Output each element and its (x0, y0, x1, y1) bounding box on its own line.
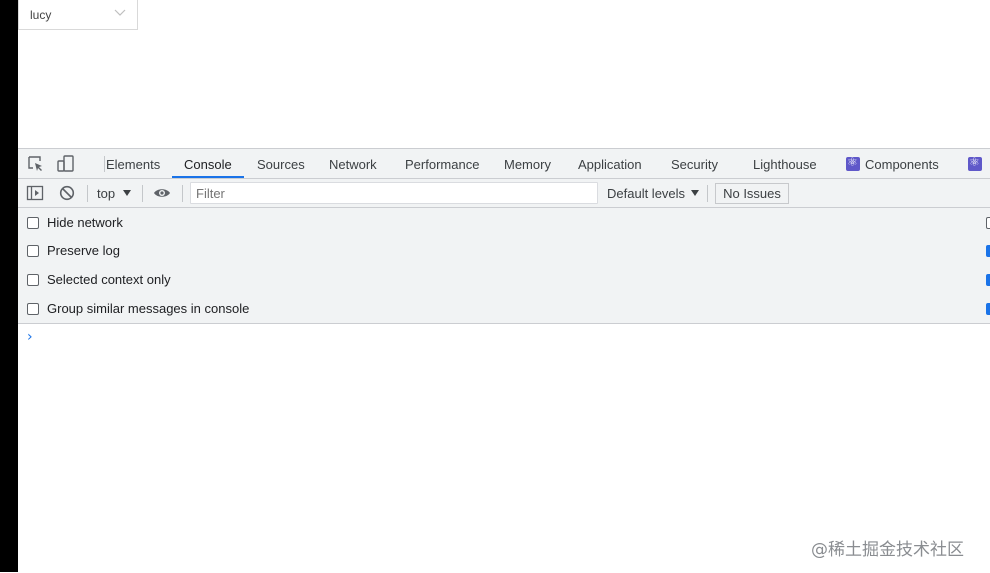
react-profiler-icon[interactable] (968, 155, 982, 171)
console-settings-pane: Hide network Preserve log Selected conte… (18, 208, 990, 324)
checkbox[interactable] (27, 303, 39, 315)
devtools-panel: Elements Console Sources Network Perform… (18, 148, 990, 573)
issues-button[interactable]: No Issues (715, 183, 789, 204)
inspect-element-icon[interactable] (27, 155, 45, 173)
tab-security[interactable]: Security (671, 149, 718, 179)
tabbar-divider (104, 156, 105, 172)
name-select[interactable]: lucy (18, 0, 138, 30)
tab-sources[interactable]: Sources (257, 149, 305, 179)
setting-label: Preserve log (47, 243, 120, 258)
setting-label: Hide network (47, 215, 123, 230)
setting-label: Selected context only (47, 272, 171, 287)
toolbar-divider (707, 185, 708, 202)
tab-application[interactable]: Application (578, 149, 642, 179)
clear-console-icon[interactable] (58, 184, 76, 202)
setting-label: Group similar messages in console (47, 301, 250, 316)
eye-icon[interactable] (153, 184, 171, 202)
active-tab-indicator (172, 176, 244, 178)
filter-input[interactable] (190, 182, 598, 204)
tab-elements[interactable]: Elements (106, 149, 160, 179)
toolbar-divider (87, 185, 88, 202)
page-area: lucy (18, 0, 990, 148)
checkbox[interactable] (27, 217, 39, 229)
tab-network[interactable]: Network (329, 149, 377, 179)
tab-lighthouse[interactable]: Lighthouse (753, 149, 817, 179)
tab-console[interactable]: Console (184, 149, 232, 179)
tab-performance[interactable]: Performance (405, 149, 479, 179)
log-levels-select[interactable]: Default levels (607, 186, 685, 201)
right-checkbox-checked[interactable] (986, 303, 990, 315)
toolbar-divider (182, 185, 183, 202)
levels-dropdown-icon (691, 190, 699, 196)
tab-memory[interactable]: Memory (504, 149, 551, 179)
checkbox[interactable] (27, 274, 39, 286)
console-prompt: › (27, 329, 33, 345)
device-toolbar-icon[interactable] (57, 155, 75, 173)
console-output[interactable]: › @稀土掘金技术社区 (18, 325, 990, 573)
devtools-tabbar: Elements Console Sources Network Perform… (18, 149, 990, 179)
sidebar-toggle-icon[interactable] (26, 184, 44, 202)
checkbox[interactable] (27, 245, 39, 257)
right-checkbox[interactable] (986, 217, 990, 229)
toolbar-divider (142, 185, 143, 202)
select-value: lucy (30, 8, 52, 22)
chevron-down-icon (114, 9, 126, 16)
console-toolbar: top Default levels No Issues (18, 179, 990, 208)
watermark: @稀土掘金技术社区 (811, 540, 964, 560)
tab-components[interactable]: Components (865, 149, 939, 179)
context-dropdown-icon (123, 190, 131, 196)
react-icon (846, 155, 860, 171)
context-select[interactable]: top (97, 186, 115, 201)
left-frame-edge (0, 0, 18, 572)
right-checkbox-checked[interactable] (986, 245, 990, 257)
right-checkbox-checked[interactable] (986, 274, 990, 286)
